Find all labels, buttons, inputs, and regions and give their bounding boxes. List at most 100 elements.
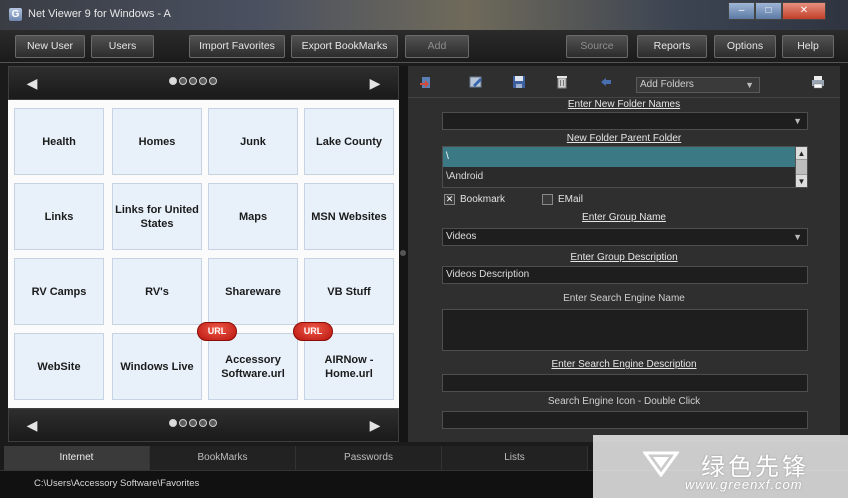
- group-name-value: Videos: [446, 231, 477, 242]
- bookmark-checkbox[interactable]: ✕ Bookmark: [444, 194, 505, 205]
- tab-passwords[interactable]: Passwords: [296, 446, 442, 470]
- folder-tile[interactable]: Links for United States: [112, 183, 202, 250]
- folder-tile[interactable]: Junk: [208, 108, 298, 175]
- status-path: C:\Users\Accessory Software\Favorites: [34, 478, 200, 489]
- splitter-grip-icon: [400, 250, 406, 256]
- next-page-arrow-icon[interactable]: ▶: [364, 415, 386, 435]
- page-indicator: [169, 419, 219, 427]
- maximize-button[interactable]: □: [755, 2, 782, 20]
- page-dot[interactable]: [209, 419, 217, 427]
- tile-label: WebSite: [37, 360, 81, 373]
- tile-label: Shareware: [225, 285, 281, 298]
- tab-lists[interactable]: Lists: [442, 446, 588, 470]
- parent-folder-list[interactable]: \ \Android ▲ ▼: [442, 146, 808, 188]
- close-button[interactable]: ✕: [782, 2, 826, 20]
- window-title: Net Viewer 9 for Windows - A: [28, 8, 171, 20]
- list-item[interactable]: \Android: [443, 167, 807, 187]
- email-checkbox[interactable]: EMail: [542, 194, 583, 205]
- tab-bookmarks[interactable]: BookMarks: [150, 446, 296, 470]
- folder-tile[interactable]: Lake County: [304, 108, 394, 175]
- page-indicator: [169, 77, 219, 85]
- folder-tile[interactable]: Windows Live: [112, 333, 202, 400]
- page-dot[interactable]: [179, 419, 187, 427]
- print-icon[interactable]: [810, 74, 826, 90]
- folder-tile[interactable]: Links: [14, 183, 104, 250]
- folder-tile[interactable]: RV Camps: [14, 258, 104, 325]
- tile-label: RV's: [145, 285, 169, 298]
- page-dot[interactable]: [199, 419, 207, 427]
- import-icon[interactable]: [418, 74, 434, 90]
- parent-folder-label: New Folder Parent Folder: [566, 133, 682, 144]
- folder-tile[interactable]: MSN Websites: [304, 183, 394, 250]
- url-badge-icon: URL: [293, 322, 333, 341]
- import-favorites-button[interactable]: Import Favorites: [189, 35, 285, 58]
- add-folders-select[interactable]: Add Folders ▼: [636, 77, 760, 93]
- move-icon[interactable]: [598, 74, 614, 90]
- folder-names-select[interactable]: ▼: [442, 112, 808, 130]
- url-tile[interactable]: AIRNow - Home.url: [304, 333, 394, 400]
- folder-tile[interactable]: Homes: [112, 108, 202, 175]
- email-checkbox-label: EMail: [558, 194, 584, 205]
- tile-label: Health: [42, 135, 76, 148]
- page-dot[interactable]: [179, 77, 187, 85]
- users-button[interactable]: Users: [91, 35, 154, 58]
- group-name-select[interactable]: Videos ▼: [442, 228, 808, 246]
- tile-label: AIRNow - Home.url: [324, 353, 374, 380]
- page-dot[interactable]: [189, 77, 197, 85]
- site-watermark: 绿色先锋 www.greenxf.com: [593, 435, 848, 498]
- tile-label: MSN Websites: [311, 210, 387, 223]
- folder-tile[interactable]: Health: [14, 108, 104, 175]
- folder-tile[interactable]: WebSite: [14, 333, 104, 400]
- list-item[interactable]: \: [443, 147, 807, 167]
- edit-icon[interactable]: [468, 74, 484, 90]
- app-icon: G: [9, 8, 22, 21]
- page-dot[interactable]: [169, 77, 177, 85]
- search-engine-description-input[interactable]: [442, 374, 808, 392]
- page-dot[interactable]: [169, 419, 177, 427]
- url-tile[interactable]: Accessory Software.url: [208, 333, 298, 400]
- page-dot[interactable]: [189, 419, 197, 427]
- chevron-down-icon: ▼: [745, 80, 754, 90]
- folder-names-label: Enter New Folder Names: [567, 99, 681, 110]
- folder-tile[interactable]: RV's: [112, 258, 202, 325]
- page-nav-top: ◀ ▶: [8, 66, 399, 100]
- tab-internet[interactable]: Internet: [4, 446, 150, 470]
- source-button[interactable]: Source: [566, 35, 628, 58]
- panel-splitter[interactable]: [399, 66, 408, 442]
- tile-label: Windows Live: [120, 360, 194, 373]
- search-engine-description-label: Enter Search Engine Description: [551, 359, 697, 370]
- options-button[interactable]: Options: [714, 35, 776, 58]
- page-dot[interactable]: [209, 77, 217, 85]
- new-user-button[interactable]: New User: [15, 35, 85, 58]
- tile-label: Junk: [240, 135, 266, 148]
- prev-page-arrow-icon[interactable]: ◀: [21, 415, 43, 435]
- app-window: G Net Viewer 9 for Windows - A – □ ✕ New…: [0, 0, 848, 498]
- next-page-arrow-icon[interactable]: ▶: [364, 73, 386, 93]
- page-dot[interactable]: [199, 77, 207, 85]
- scroll-down-icon[interactable]: ▼: [796, 174, 807, 187]
- search-engine-icon-field[interactable]: [442, 411, 808, 429]
- page-nav-bottom: ◀ ▶: [8, 408, 399, 442]
- scroll-up-icon[interactable]: ▲: [796, 147, 807, 160]
- search-engine-name-label: Enter Search Engine Name: [563, 293, 685, 304]
- delete-icon[interactable]: [554, 74, 570, 90]
- minimize-button[interactable]: –: [728, 2, 755, 20]
- url-badge-icon: URL: [197, 322, 237, 341]
- group-description-input[interactable]: Videos Description: [442, 266, 808, 284]
- reports-button[interactable]: Reports: [637, 35, 707, 58]
- tile-label: Lake County: [315, 135, 382, 148]
- checkbox-unchecked-icon[interactable]: [542, 194, 553, 205]
- export-bookmarks-button[interactable]: Export BookMarks: [291, 35, 398, 58]
- add-button[interactable]: Add: [405, 35, 469, 58]
- tile-label: Accessory Software.url: [221, 353, 285, 380]
- prev-page-arrow-icon[interactable]: ◀: [21, 73, 43, 93]
- folder-tile[interactable]: Shareware: [208, 258, 298, 325]
- folder-tile[interactable]: Maps: [208, 183, 298, 250]
- search-engine-name-input[interactable]: [442, 309, 808, 351]
- list-scrollbar[interactable]: ▲ ▼: [795, 147, 807, 187]
- bookmark-checkbox-label: Bookmark: [460, 194, 506, 205]
- folder-tile[interactable]: VB Stuff: [304, 258, 394, 325]
- checkbox-checked-icon[interactable]: ✕: [444, 194, 455, 205]
- save-icon[interactable]: [511, 74, 527, 90]
- help-button[interactable]: Help: [782, 35, 834, 58]
